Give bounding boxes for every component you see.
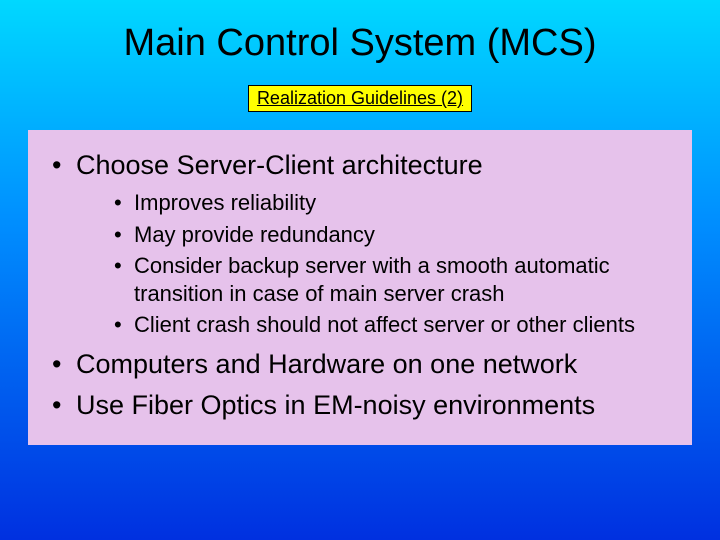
- page-title: Main Control System (MCS): [0, 0, 720, 65]
- list-item: Choose Server-Client architecture Improv…: [48, 150, 672, 339]
- slide: Main Control System (MCS) Realization Gu…: [0, 0, 720, 540]
- content-box: Choose Server-Client architecture Improv…: [28, 130, 692, 445]
- list-item: Client crash should not affect server or…: [114, 311, 672, 339]
- list-item: Improves reliability: [114, 189, 672, 217]
- subtitle-badge: Realization Guidelines (2): [248, 85, 472, 112]
- bullet-text: Choose Server-Client architecture: [76, 150, 483, 180]
- list-item: May provide redundancy: [114, 221, 672, 249]
- subtitle-wrap: Realization Guidelines (2): [0, 85, 720, 112]
- sub-list: Improves reliability May provide redunda…: [76, 189, 672, 339]
- list-item: Use Fiber Optics in EM-noisy environment…: [48, 390, 672, 421]
- main-list: Choose Server-Client architecture Improv…: [48, 150, 672, 421]
- list-item: Computers and Hardware on one network: [48, 349, 672, 380]
- list-item: Consider backup server with a smooth aut…: [114, 252, 672, 307]
